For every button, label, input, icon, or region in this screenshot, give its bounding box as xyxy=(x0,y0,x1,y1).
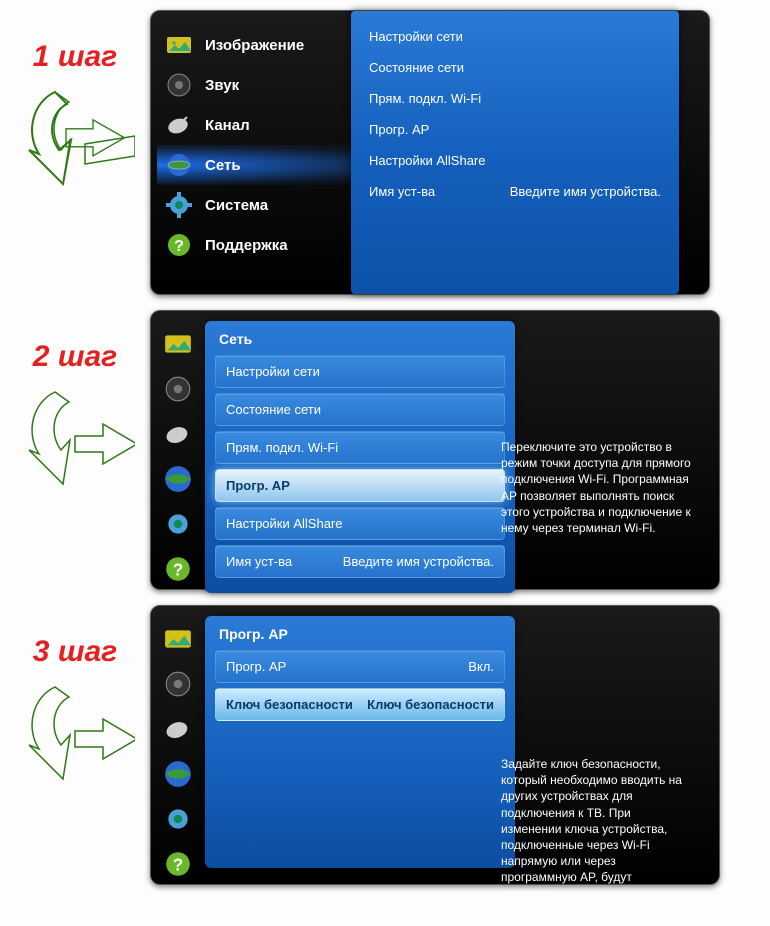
submenu-item[interactable]: Состояние сети xyxy=(369,60,661,75)
tv-screen-2: ? Сеть Настройки сети Состояние сети Пря… xyxy=(150,310,720,590)
dish-icon xyxy=(165,111,193,139)
question-icon[interactable]: ? xyxy=(163,554,193,584)
menu-item-picture[interactable]: Изображение xyxy=(165,25,365,65)
picture-icon[interactable] xyxy=(163,624,193,654)
side-menu-icons: ? xyxy=(163,624,199,894)
main-menu: Изображение Звук Канал Сеть Система ? По… xyxy=(165,25,365,265)
picture-icon xyxy=(165,31,193,59)
svg-text:?: ? xyxy=(174,238,184,255)
step-2-label: 2 шаг xyxy=(0,340,150,374)
menu-item-network[interactable]: Сеть xyxy=(165,145,365,185)
svg-text:?: ? xyxy=(173,559,183,579)
arrow-icon xyxy=(15,384,135,494)
row-soft-ap[interactable]: Прогр. AP xyxy=(215,469,505,502)
question-icon: ? xyxy=(165,231,193,259)
panel-title: Сеть xyxy=(219,331,505,347)
submenu-item[interactable]: Настройки сети xyxy=(369,29,661,44)
step-3-label: 3 шаг xyxy=(0,635,150,669)
help-text: Переключите это устройство в режим точки… xyxy=(501,439,691,536)
picture-icon[interactable] xyxy=(163,329,193,359)
gear-icon xyxy=(165,191,193,219)
arrow-icon xyxy=(15,84,135,194)
menu-item-system[interactable]: Система xyxy=(165,185,365,225)
row-device-name[interactable]: Имя уст-ва Введите имя устройства. xyxy=(215,545,505,578)
tv-screen-3: ? Прогр. AP Прогр. AP Вкл. Ключ безопасн… xyxy=(150,605,720,885)
softap-panel: Прогр. AP Прогр. AP Вкл. Ключ безопаснос… xyxy=(205,616,515,868)
menu-item-channel[interactable]: Канал xyxy=(165,105,365,145)
side-menu-icons: ? xyxy=(163,329,199,599)
row-softap-toggle[interactable]: Прогр. AP Вкл. xyxy=(215,650,505,683)
step-1-label: 1 шаг xyxy=(0,40,150,74)
menu-item-support[interactable]: ? Поддержка xyxy=(165,225,365,265)
submenu-panel: Настройки сети Состояние сети Прям. подк… xyxy=(351,11,679,294)
speaker-icon[interactable] xyxy=(163,374,193,404)
submenu-item[interactable]: Прям. подкл. Wi-Fi xyxy=(369,91,661,106)
speaker-icon[interactable] xyxy=(163,669,193,699)
row-net-status[interactable]: Состояние сети xyxy=(215,393,505,426)
question-icon[interactable]: ? xyxy=(163,849,193,879)
globe-icon[interactable] xyxy=(163,464,193,494)
arrow-icon xyxy=(15,679,135,789)
globe-icon xyxy=(165,151,193,179)
network-panel: Сеть Настройки сети Состояние сети Прям.… xyxy=(205,321,515,593)
gear-icon[interactable] xyxy=(163,804,193,834)
tv-screen-1: Изображение Звук Канал Сеть Система ? По… xyxy=(150,10,710,295)
row-security-key[interactable]: Ключ безопасности Ключ безопасности xyxy=(215,688,505,721)
row-net-settings[interactable]: Настройки сети xyxy=(215,355,505,388)
speaker-icon xyxy=(165,71,193,99)
dish-icon[interactable] xyxy=(163,714,193,744)
help-text: Задайте ключ безопасности, который необх… xyxy=(501,756,691,902)
globe-icon[interactable] xyxy=(163,759,193,789)
submenu-item[interactable]: Прогр. AP xyxy=(369,122,661,137)
gear-icon[interactable] xyxy=(163,509,193,539)
menu-item-sound[interactable]: Звук xyxy=(165,65,365,105)
submenu-item[interactable]: Настройки AllShare xyxy=(369,153,661,168)
dish-icon[interactable] xyxy=(163,419,193,449)
svg-text:?: ? xyxy=(173,854,183,874)
submenu-item-device[interactable]: Имя уст-ва Введите имя устройства. xyxy=(369,184,661,199)
panel-title: Прогр. AP xyxy=(219,626,505,642)
row-allshare[interactable]: Настройки AllShare xyxy=(215,507,505,540)
row-wifi-direct[interactable]: Прям. подкл. Wi-Fi xyxy=(215,431,505,464)
